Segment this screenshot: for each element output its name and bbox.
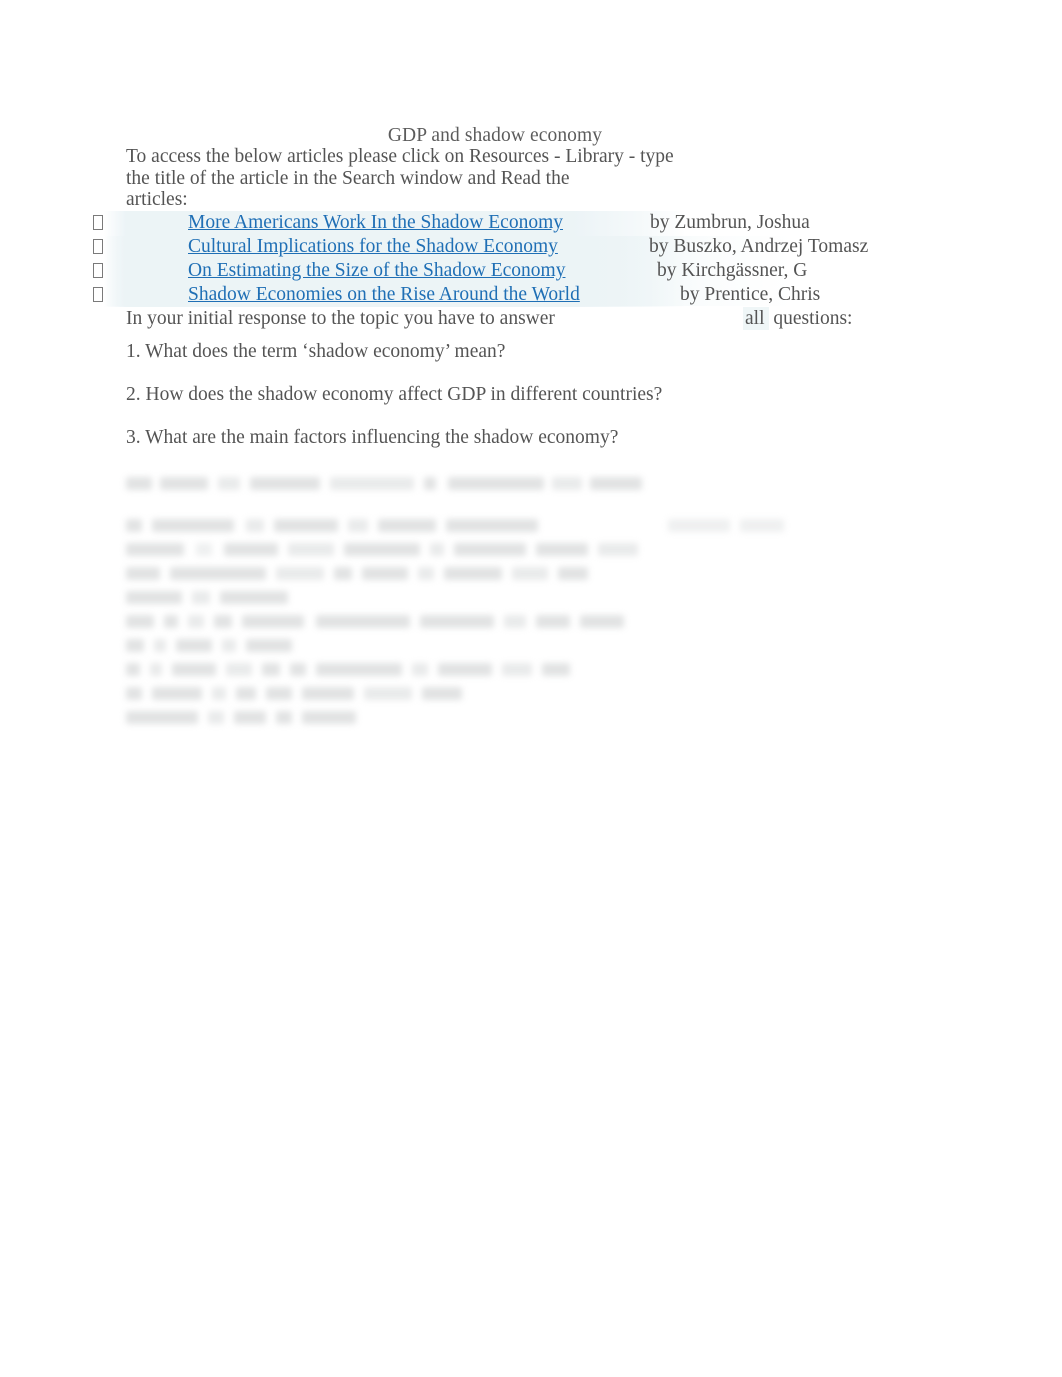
article-list: More Americans Work In the Shadow Econom… [0,211,1062,307]
response-instruction-trail: questions: [773,308,853,329]
article-byline: by Buszko, Andrzej Tomasz [649,236,869,257]
intro-line-1: To access the below articles please clic… [126,146,674,167]
response-instruction-tail: all questions: [743,307,853,330]
response-instruction: In your initial response to the topic yo… [126,307,946,330]
response-instruction-lead: In your initial response to the topic yo… [126,308,555,329]
page-title: GDP and shadow economy [0,124,1062,148]
obscured-text-block [0,465,1062,730]
list-item: Cultural Implications for the Shadow Eco… [0,235,1062,259]
article-link-more-americans-work-in-the-shadow-economy[interactable]: More Americans Work In the Shadow Econom… [188,211,563,235]
intro-line-2: the title of the article in the Search w… [126,167,570,189]
document-page: GDP and shadow economy To access the bel… [0,0,1062,1377]
article-link-shadow-economies-on-the-rise-around-the-world[interactable]: Shadow Economies on the Rise Around the … [188,283,580,307]
question-list: 1. What does the term ‘shadow economy’ m… [126,341,986,470]
question-3: 3. What are the main factors influencing… [126,427,619,448]
bullet-missing-glyph-icon [93,259,107,283]
intro-paragraph: To access the below articles please clic… [126,146,726,211]
list-item: Shadow Economies on the Rise Around the … [0,283,1062,307]
bullet-missing-glyph-icon [93,235,107,259]
intro-line-3: articles: [126,189,188,211]
response-instruction-emphasis: all [743,307,769,330]
page-title-text: GDP and shadow economy [387,125,603,146]
question-1: 1. What does the term ‘shadow economy’ m… [126,341,506,362]
article-byline: by Kirchgässner, G [657,260,808,281]
bullet-missing-glyph-icon [93,283,107,307]
list-item: On Estimating the Size of the Shadow Eco… [0,259,1062,283]
article-link-cultural-implications-for-the-shadow-economy[interactable]: Cultural Implications for the Shadow Eco… [188,235,558,259]
article-byline: by Prentice, Chris [680,284,821,305]
question-2: 2. How does the shadow economy affect GD… [126,384,663,405]
article-byline: by Zumbrun, Joshua [650,212,810,233]
list-item: More Americans Work In the Shadow Econom… [0,211,1062,235]
bullet-missing-glyph-icon [93,211,107,235]
article-link-on-estimating-the-size-of-the-shadow-economy[interactable]: On Estimating the Size of the Shadow Eco… [188,259,565,283]
